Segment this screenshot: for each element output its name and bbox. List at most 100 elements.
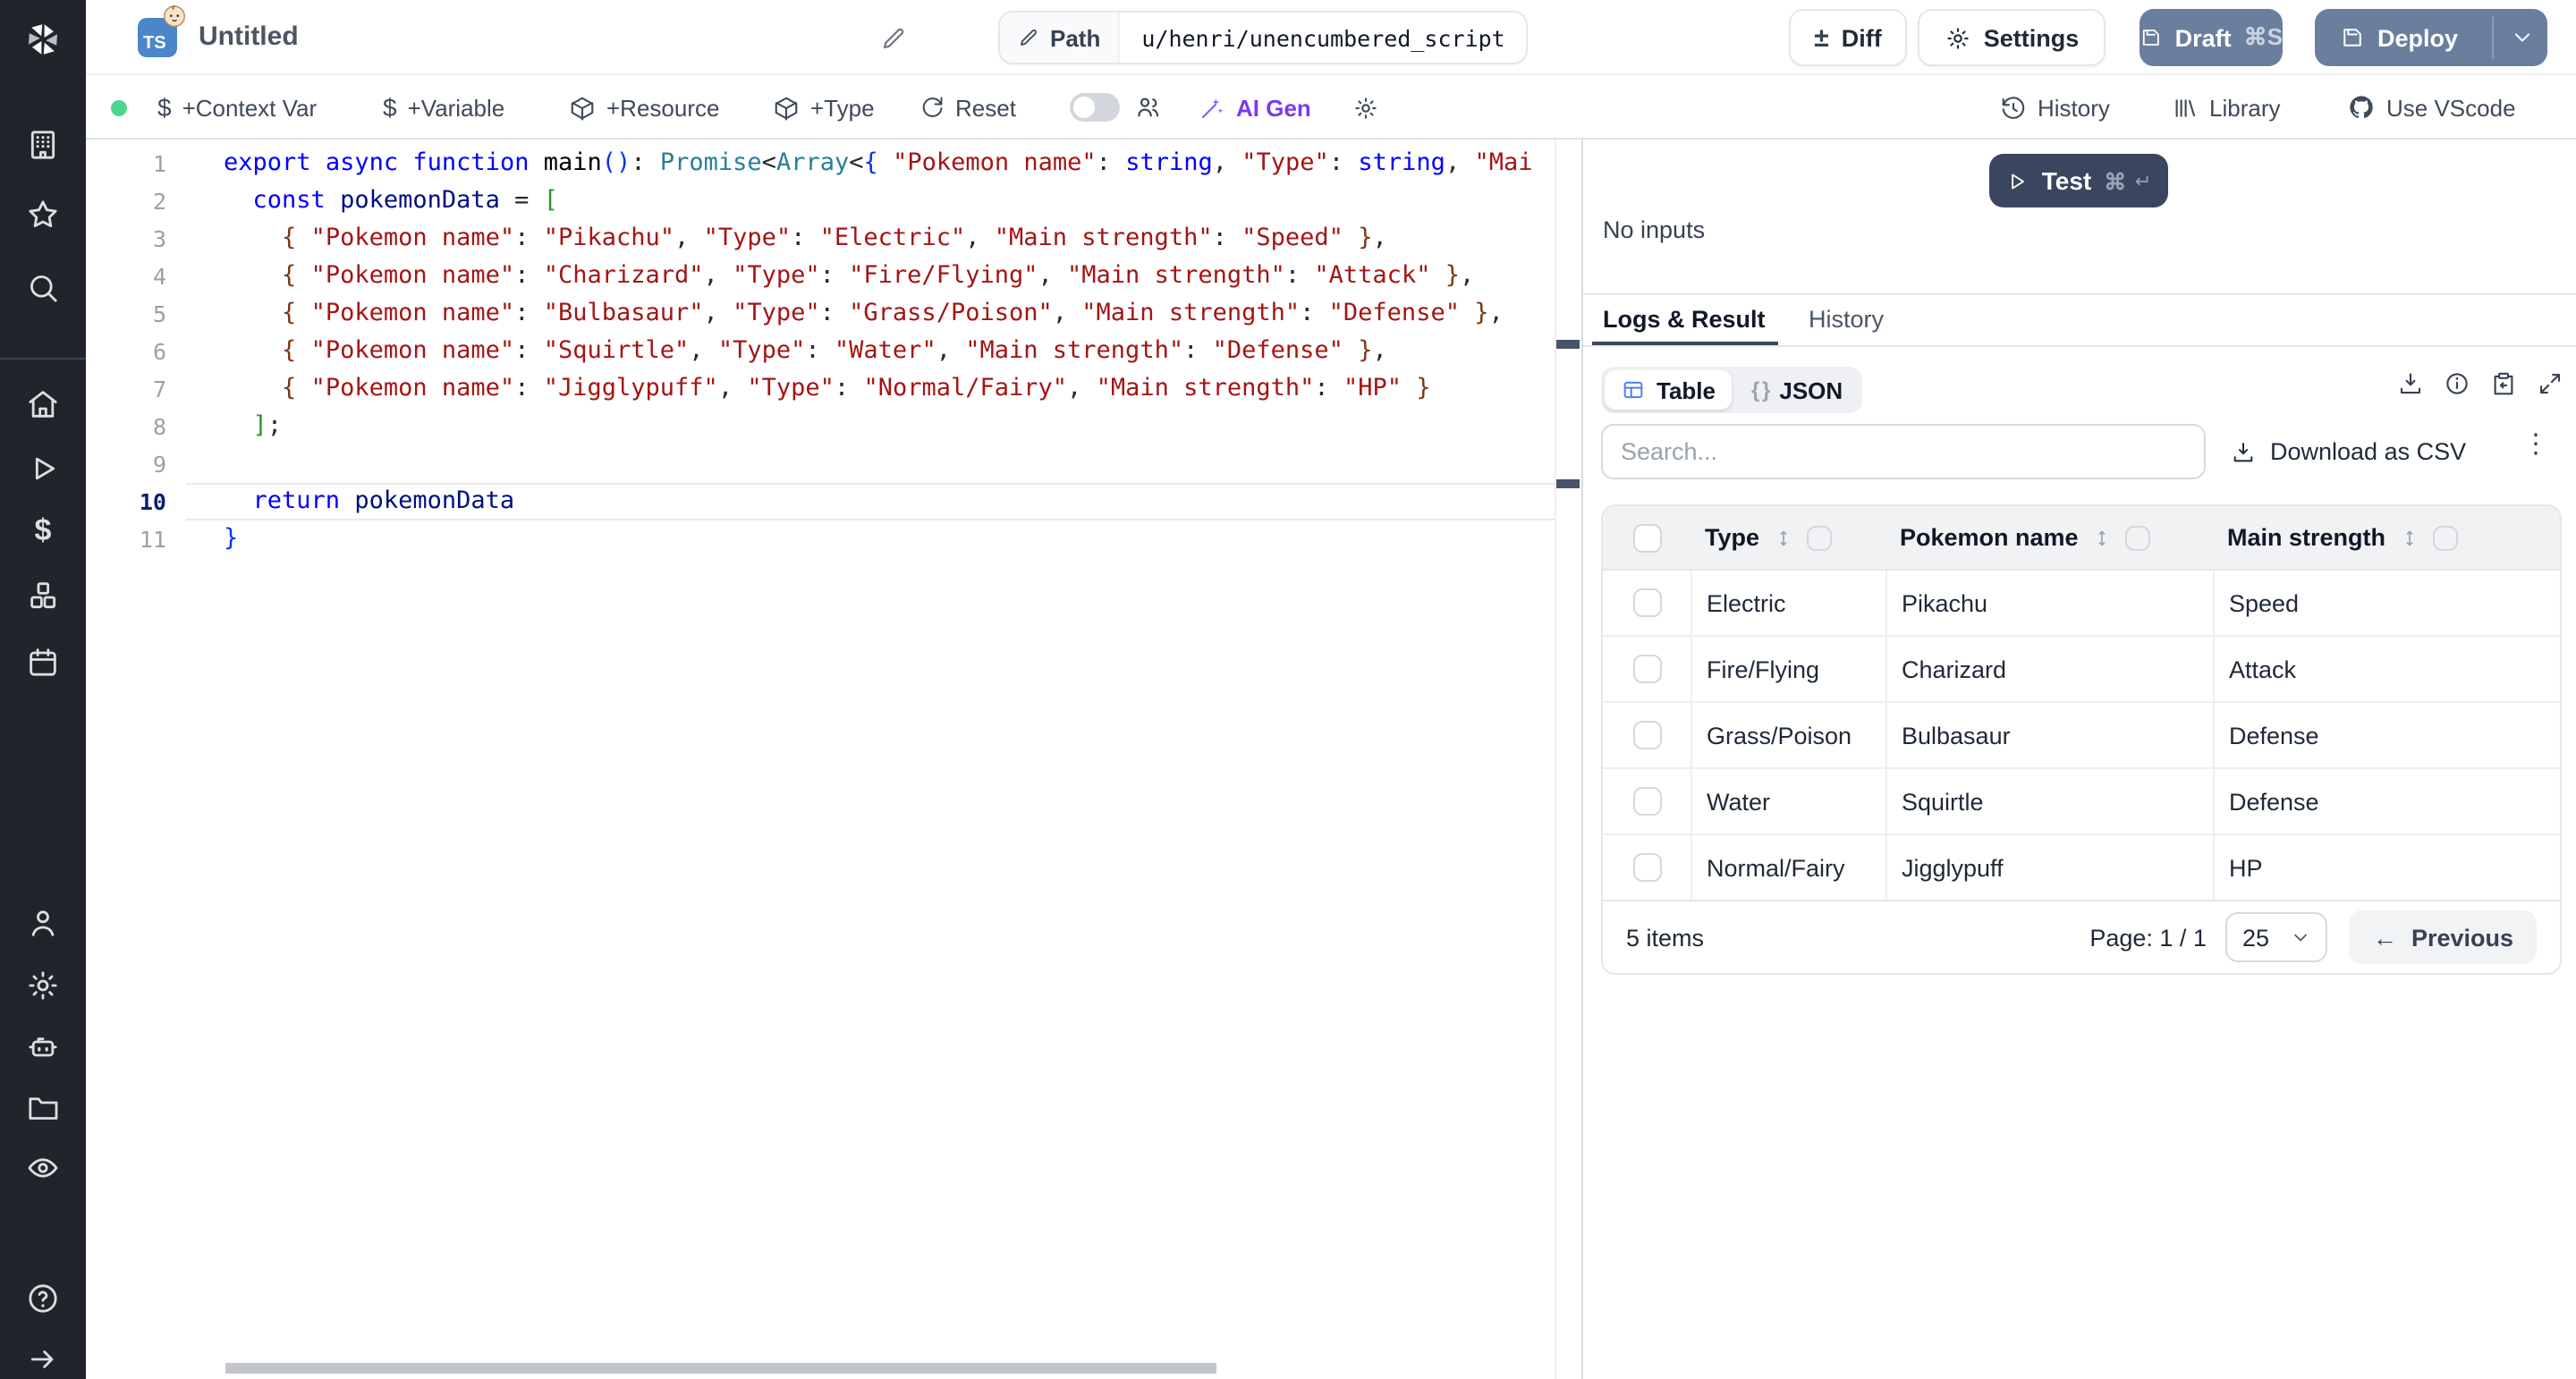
download-csv-label: Download as CSV	[2270, 438, 2466, 465]
previous-label: Previous	[2411, 924, 2513, 951]
sidebar-workspace-icon[interactable]	[25, 127, 61, 163]
sidebar-home-icon[interactable]	[25, 386, 61, 422]
table-row: Fire/FlyingCharizardAttack	[1603, 637, 2560, 703]
history-clock-icon	[2000, 94, 2027, 121]
history-button[interactable]: History	[2000, 75, 2110, 140]
view-json-button[interactable]: { } JSON	[1735, 370, 1859, 410]
editor-settings-gear-icon[interactable]	[1352, 75, 1379, 140]
sidebar-folders-icon[interactable]	[25, 1089, 61, 1125]
add-resource-button[interactable]: +Resource	[569, 75, 719, 140]
add-type-button[interactable]: +Type	[773, 75, 875, 140]
reset-button[interactable]: Reset	[919, 75, 1016, 140]
code-line[interactable]: 2 const pokemonData = [	[86, 182, 1555, 220]
add-variable-button[interactable]: $ +Variable	[383, 75, 504, 140]
clipboard-copy-icon[interactable]	[2490, 370, 2517, 397]
view-table-button[interactable]: Table	[1605, 370, 1732, 410]
sidebar-favorites-icon[interactable]	[25, 197, 61, 233]
code-line[interactable]: 1export async function main(): Promise<A…	[86, 145, 1555, 182]
sort-icon[interactable]	[2398, 525, 2419, 550]
sidebar-help-icon[interactable]	[25, 1281, 61, 1316]
row-checkbox[interactable]	[1632, 721, 1661, 749]
code-line[interactable]: 10 return pokemonData	[86, 483, 1555, 520]
code-lines[interactable]: 1export async function main(): Promise<A…	[86, 145, 1555, 558]
sidebar-schedules-icon[interactable]	[25, 644, 61, 680]
table-row: Normal/FairyJigglypuffHP	[1603, 835, 2560, 901]
horizontal-scrollbar[interactable]	[225, 1363, 1216, 1374]
no-inputs-text: No inputs	[1603, 216, 1705, 243]
expand-icon[interactable]	[2537, 370, 2563, 397]
library-button[interactable]: Library	[2172, 75, 2281, 140]
test-button[interactable]: Test ⌘	[1989, 154, 2168, 207]
column-filter-box[interactable]	[2125, 525, 2150, 550]
select-all-checkbox[interactable]	[1632, 523, 1661, 552]
download-csv-button[interactable]: Download as CSV	[2231, 424, 2466, 479]
sidebar-variables-icon[interactable]: $	[25, 513, 61, 549]
tab-logs-result[interactable]: Logs & Result	[1603, 306, 1766, 333]
row-checkbox[interactable]	[1632, 853, 1661, 882]
code-line[interactable]: 11}	[86, 520, 1555, 558]
add-context-var-button[interactable]: $ +Context Var	[157, 75, 317, 140]
settings-button[interactable]: Settings	[1918, 9, 2106, 66]
collaborators-icon[interactable]	[1134, 75, 1163, 140]
table-cell: HP	[2213, 835, 2560, 900]
refresh-icon	[919, 95, 945, 120]
page-size-select[interactable]: 25	[2226, 912, 2328, 962]
use-vscode-button[interactable]: Use VScode	[2347, 75, 2516, 140]
table-cell: Defense	[2213, 769, 2560, 833]
sidebar-runs-icon[interactable]	[25, 451, 61, 486]
settings-button-label: Settings	[1984, 24, 2080, 51]
code-line[interactable]: 3 { "Pokemon name": "Pikachu", "Type": "…	[86, 220, 1555, 258]
page-indicator: Page: 1 / 1	[2089, 924, 2207, 951]
reset-label: Reset	[955, 94, 1016, 121]
table-cell: Squirtle	[1885, 769, 2213, 833]
baby-emoji-icon	[161, 2, 188, 29]
column-filter-box[interactable]	[2432, 525, 2457, 550]
windmill-logo-icon[interactable]	[21, 18, 64, 61]
sort-icon[interactable]	[2091, 525, 2113, 550]
code-line[interactable]: 6 { "Pokemon name": "Squirtle", "Type": …	[86, 333, 1555, 370]
line-number: 8	[86, 408, 186, 445]
path-field[interactable]: Path u/henri/unencumbered_script	[998, 11, 1529, 64]
table-cell: Grass/Poison	[1690, 703, 1885, 767]
sidebar-expand-icon[interactable]	[25, 1341, 61, 1377]
braces-icon: { }	[1751, 377, 1768, 402]
code-line[interactable]: 5 { "Pokemon name": "Bulbasaur", "Type":…	[86, 295, 1555, 333]
download-icon[interactable]	[2397, 370, 2424, 397]
tab-history[interactable]: History	[1809, 306, 1884, 333]
sidebar-workers-icon[interactable]	[25, 1028, 61, 1064]
code-line[interactable]: 9	[86, 445, 1555, 483]
multiplayer-toggle[interactable]	[1070, 93, 1120, 122]
editor-toolbar: $ +Context Var $ +Variable +Resource +Ty…	[86, 75, 2576, 140]
draft-button[interactable]: Draft ⌘S	[2140, 9, 2283, 66]
result-table: Type Pokemon name Main strength Electric…	[1601, 504, 2562, 975]
code-editor[interactable]: 1export async function main(): Promise<A…	[86, 140, 1581, 1379]
sidebar-users-icon[interactable]	[25, 905, 61, 941]
package-icon	[773, 94, 800, 121]
sidebar-audit-logs-icon[interactable]	[25, 1150, 61, 1186]
row-checkbox[interactable]	[1632, 655, 1661, 683]
code-line[interactable]: 4 { "Pokemon name": "Charizard", "Type":…	[86, 258, 1555, 295]
code-line[interactable]: 8 ];	[86, 408, 1555, 445]
column-filter-box[interactable]	[1806, 525, 1831, 550]
info-icon[interactable]	[2444, 370, 2470, 397]
sidebar-settings-icon[interactable]	[25, 968, 61, 1003]
table-cell: Speed	[2213, 571, 2560, 635]
chevron-down-icon[interactable]	[2510, 25, 2535, 50]
diff-button[interactable]: ± Diff	[1789, 9, 1907, 66]
sidebar-resources-icon[interactable]	[25, 578, 61, 613]
previous-page-button[interactable]: ← Previous	[2350, 910, 2537, 964]
deploy-button[interactable]: Deploy	[2315, 9, 2547, 66]
result-search-input[interactable]	[1601, 424, 2206, 479]
ai-gen-button[interactable]: AI Gen	[1199, 75, 1311, 140]
row-checkbox[interactable]	[1632, 588, 1661, 617]
edit-title-pencil-icon[interactable]	[880, 25, 907, 52]
play-icon	[2006, 169, 2029, 192]
sort-icon[interactable]	[1772, 525, 1793, 550]
more-options-icon[interactable]: ⋮	[2522, 427, 2549, 460]
sidebar-search-icon[interactable]	[25, 270, 61, 306]
code-line[interactable]: 7 { "Pokemon name": "Jigglypuff", "Type"…	[86, 370, 1555, 408]
column-label: Pokemon name	[1900, 524, 2079, 551]
save-icon	[2340, 25, 2365, 50]
path-value[interactable]: u/henri/unencumbered_script	[1120, 13, 1526, 63]
row-checkbox[interactable]	[1632, 787, 1661, 816]
